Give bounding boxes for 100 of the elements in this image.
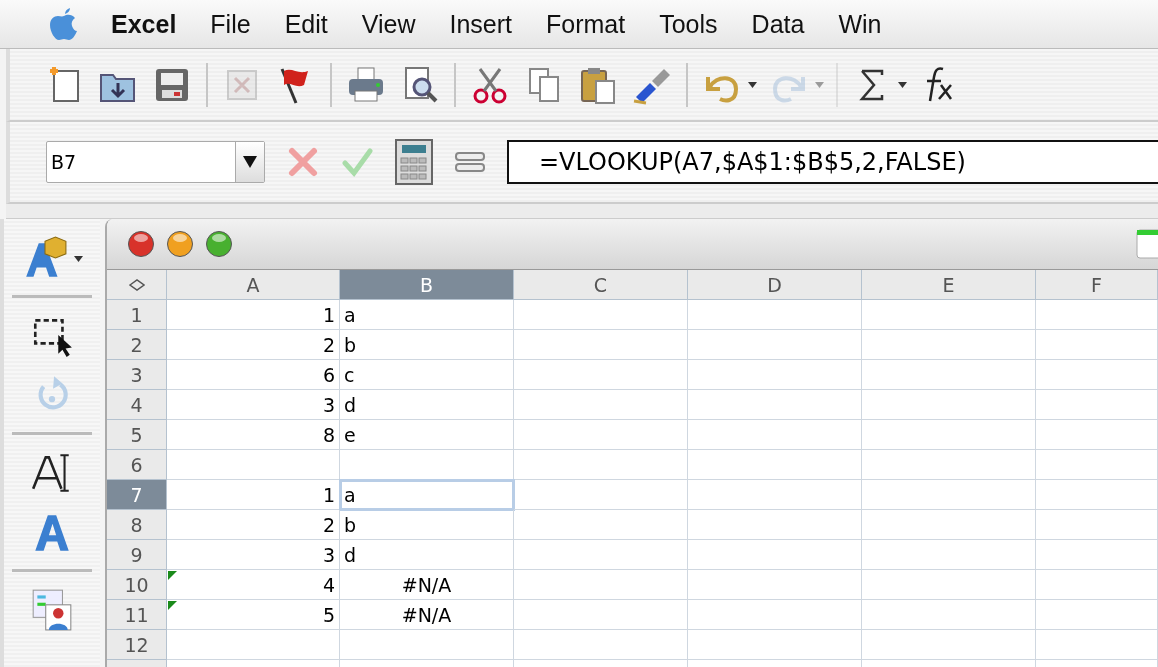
table-cell[interactable] [688, 330, 862, 360]
table-cell[interactable] [514, 570, 688, 600]
table-cell[interactable]: #N/A [340, 600, 514, 630]
row-header[interactable]: 3 [107, 360, 167, 390]
table-cell[interactable] [688, 600, 862, 630]
toolbar-toggle-icon[interactable] [1136, 229, 1158, 259]
menu-item[interactable]: Tools [642, 9, 735, 39]
table-cell[interactable]: 2 [167, 330, 340, 360]
table-cell[interactable] [514, 450, 688, 480]
table-cell[interactable] [862, 360, 1036, 390]
row-header[interactable]: 9 [107, 540, 167, 570]
table-cell[interactable] [514, 630, 688, 660]
table-cell[interactable] [862, 510, 1036, 540]
table-cell[interactable] [167, 450, 340, 480]
table-cell[interactable] [862, 480, 1036, 510]
table-cell[interactable] [862, 540, 1036, 570]
table-cell[interactable] [1036, 390, 1158, 420]
caret-icon[interactable] [748, 80, 757, 89]
calculator-icon[interactable] [395, 139, 433, 185]
table-cell[interactable] [1036, 630, 1158, 660]
table-cell[interactable]: d [340, 540, 514, 570]
table-cell[interactable] [1036, 420, 1158, 450]
column-header[interactable]: A [167, 270, 340, 300]
row-header[interactable]: 12 [107, 630, 167, 660]
menu-item[interactable]: View [344, 9, 433, 39]
table-cell[interactable] [514, 600, 688, 630]
table-cell[interactable] [1036, 450, 1158, 480]
row-header[interactable]: 1 [107, 300, 167, 330]
row-header[interactable]: 5 [107, 420, 167, 450]
close-button[interactable] [127, 230, 155, 258]
table-cell[interactable]: 3 [167, 390, 340, 420]
apple-logo-icon[interactable] [48, 7, 80, 41]
table-cell[interactable] [167, 630, 340, 660]
name-box[interactable]: B7 [46, 141, 265, 183]
caret-icon[interactable] [898, 80, 907, 89]
table-cell[interactable]: 4 [167, 570, 340, 600]
table-cell[interactable] [862, 330, 1036, 360]
table-cell[interactable]: d [340, 390, 514, 420]
table-cell[interactable] [1036, 330, 1158, 360]
row-header[interactable]: 8 [107, 510, 167, 540]
row-header[interactable]: 6 [107, 450, 167, 480]
table-cell[interactable] [340, 630, 514, 660]
table-cell[interactable] [1036, 300, 1158, 330]
table-cell[interactable] [688, 630, 862, 660]
table-cell[interactable] [862, 450, 1036, 480]
formula-field[interactable]: =VLOOKUP(A7,$A$1:$B$5,2,FALSE) [507, 140, 1158, 184]
table-cell[interactable] [1036, 510, 1158, 540]
table-cell[interactable] [1036, 600, 1158, 630]
table-cell[interactable] [514, 420, 688, 450]
select-all-icon[interactable] [128, 278, 145, 291]
column-header[interactable]: C [514, 270, 688, 300]
table-cell[interactable]: b [340, 330, 514, 360]
table-cell[interactable]: a [340, 480, 514, 510]
menu-item[interactable]: Data [734, 9, 822, 39]
menu-item[interactable]: Insert [432, 9, 529, 39]
table-cell[interactable] [688, 540, 862, 570]
table-cell[interactable] [862, 390, 1036, 420]
row-header[interactable]: 10 [107, 570, 167, 600]
cancel-icon[interactable] [287, 146, 319, 178]
table-cell[interactable]: #N/A [340, 570, 514, 600]
table-cell[interactable] [688, 300, 862, 330]
table-cell[interactable] [862, 630, 1036, 660]
table-cell[interactable] [688, 480, 862, 510]
table-cell[interactable]: 2 [167, 510, 340, 540]
minimize-button[interactable] [166, 230, 194, 258]
table-cell[interactable]: b [340, 510, 514, 540]
table-cell[interactable] [1036, 360, 1158, 390]
table-cell[interactable] [514, 330, 688, 360]
table-cell[interactable] [862, 570, 1036, 600]
table-cell[interactable] [688, 570, 862, 600]
app-menu[interactable]: Excel [94, 9, 194, 39]
zoom-button[interactable] [205, 230, 233, 258]
table-cell[interactable] [688, 450, 862, 480]
column-header[interactable]: F [1036, 270, 1158, 300]
table-cell[interactable] [862, 600, 1036, 630]
table-cell[interactable] [1036, 480, 1158, 510]
dropdown-arrow-icon[interactable] [243, 156, 257, 168]
table-cell[interactable] [688, 510, 862, 540]
table-cell[interactable] [514, 480, 688, 510]
table-cell[interactable]: 6 [167, 360, 340, 390]
table-cell[interactable] [514, 360, 688, 390]
table-cell[interactable] [688, 390, 862, 420]
table-cell[interactable] [514, 540, 688, 570]
table-cell[interactable] [1036, 570, 1158, 600]
table-cell[interactable] [514, 390, 688, 420]
table-cell[interactable]: a [340, 300, 514, 330]
table-cell[interactable]: c [340, 360, 514, 390]
table-cell[interactable] [514, 300, 688, 330]
menu-item[interactable]: Format [529, 9, 643, 39]
caret-icon[interactable] [73, 253, 83, 263]
table-cell[interactable]: 1 [167, 480, 340, 510]
table-cell[interactable] [862, 300, 1036, 330]
table-cell[interactable]: 8 [167, 420, 340, 450]
table-cell[interactable] [862, 420, 1036, 450]
menu-item[interactable]: Edit [267, 9, 345, 39]
table-cell[interactable] [514, 510, 688, 540]
row-header[interactable]: 11 [107, 600, 167, 630]
table-cell[interactable]: 5 [167, 600, 340, 630]
menu-item[interactable]: File [193, 9, 268, 39]
checkmark-icon[interactable] [341, 146, 373, 178]
